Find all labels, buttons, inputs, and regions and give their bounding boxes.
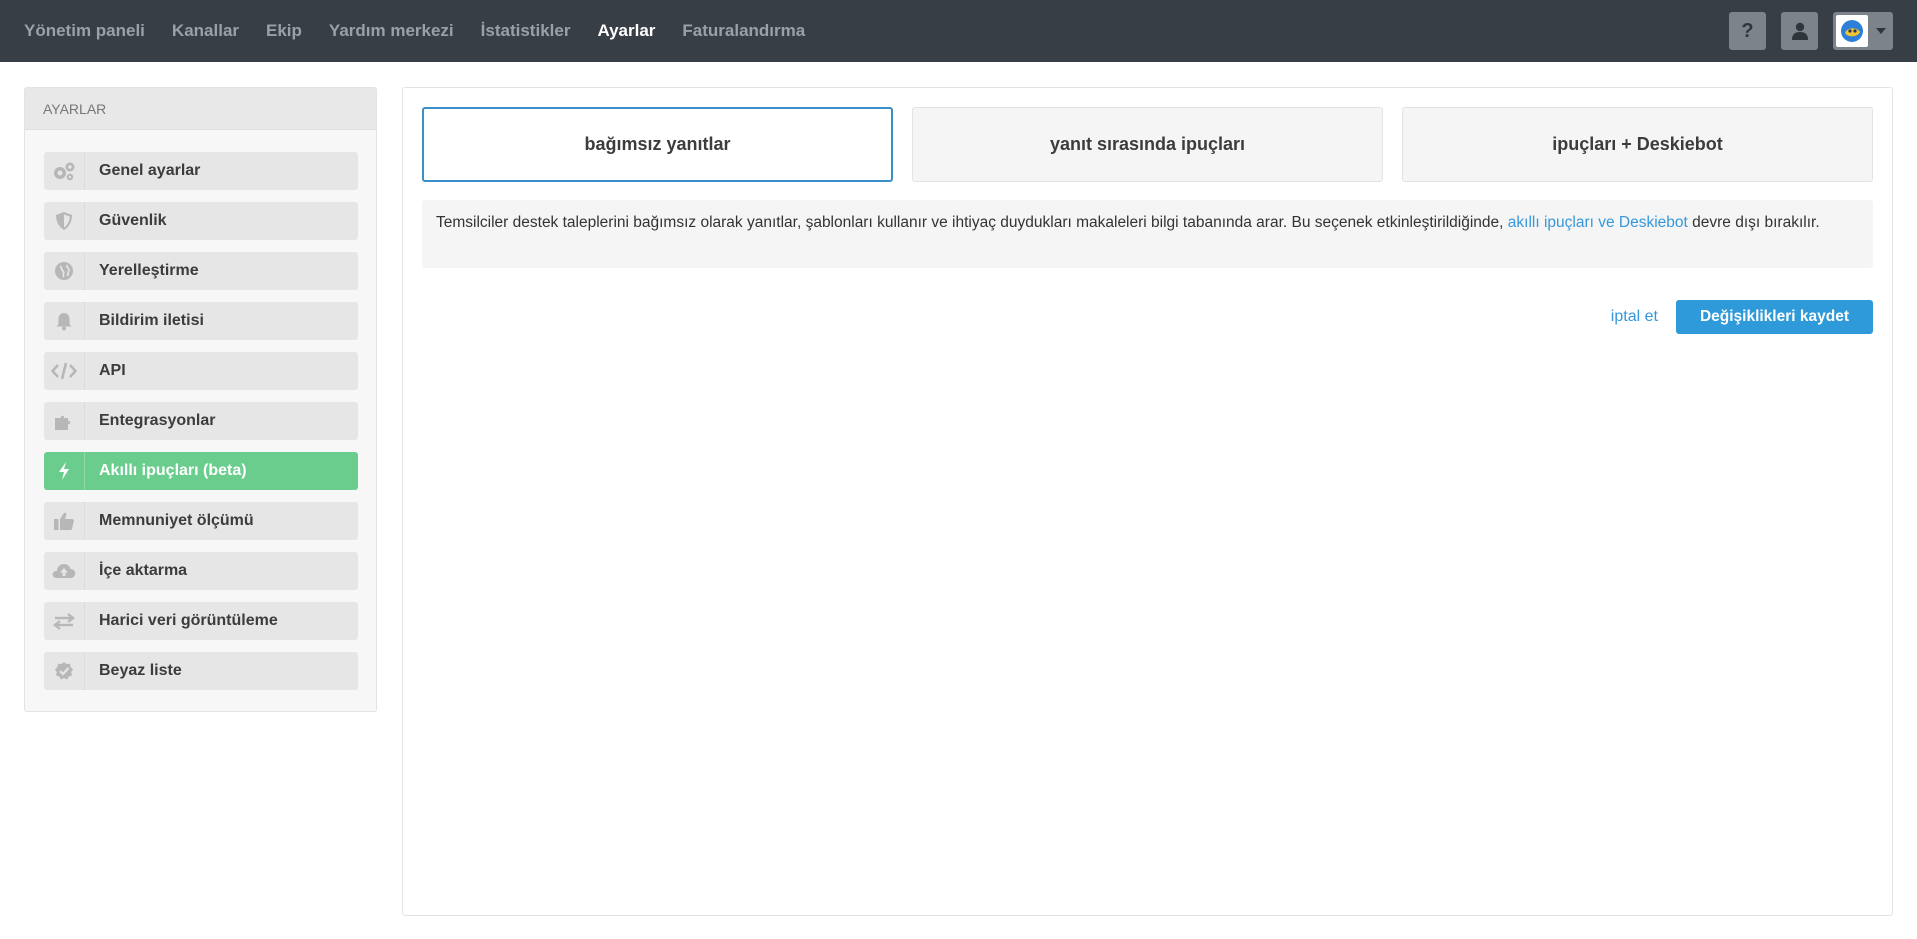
sidebar-item-label: Harici veri görüntüleme: [99, 612, 278, 629]
sidebar-header: AYARLAR: [25, 88, 376, 130]
settings-sidebar: AYARLAR Genel ayarlar Güvenlik Yerelleşt…: [24, 87, 377, 712]
lightning-icon: [44, 452, 85, 490]
help-button[interactable]: ?: [1729, 12, 1766, 50]
sidebar-item-label: Beyaz liste: [99, 662, 182, 679]
globe-icon: [44, 252, 85, 290]
nav-billing[interactable]: Faturalandırma: [682, 21, 805, 41]
option-independent-answers[interactable]: bağımsız yanıtlar: [422, 107, 893, 182]
shield-icon: [44, 202, 85, 240]
bell-icon: [44, 302, 85, 340]
sidebar-item-integrations[interactable]: Entegrasyonlar: [44, 402, 358, 440]
smart-tips-settings-panel: bağımsız yanıtlar yanıt sırasında ipuçla…: [402, 87, 1893, 916]
top-navigation-bar: Yönetim paneli Kanallar Ekip Yardım merk…: [0, 0, 1917, 62]
user-button[interactable]: [1781, 12, 1818, 50]
sidebar-item-label: Bildirim iletisi: [99, 312, 204, 329]
sidebar-item-general-settings[interactable]: Genel ayarlar: [44, 152, 358, 190]
sidebar-menu: Genel ayarlar Güvenlik Yerelleştirme Bil…: [44, 152, 358, 702]
mode-description: Temsilciler destek taleplerini bağımsız …: [422, 200, 1873, 268]
question-icon: ?: [1741, 19, 1754, 42]
cancel-link[interactable]: iptal et: [1611, 308, 1658, 326]
chevron-down-icon: [1876, 28, 1886, 34]
puzzle-icon: [44, 402, 85, 440]
smart-tips-deskiebot-link[interactable]: akıllı ipuçları ve Deskiebot: [1508, 214, 1688, 231]
sidebar-item-label: Entegrasyonlar: [99, 412, 216, 429]
sidebar-item-api[interactable]: API: [44, 352, 358, 390]
sidebar-item-whitelist[interactable]: Beyaz liste: [44, 652, 358, 690]
sidebar-item-external-data[interactable]: Harici veri görüntüleme: [44, 602, 358, 640]
description-text-end: devre dışı bırakılır.: [1687, 214, 1820, 231]
sidebar-item-label: İçe aktarma: [99, 562, 188, 579]
nav-help-center[interactable]: Yardım merkezi: [329, 21, 454, 41]
sidebar-item-localization[interactable]: Yerelleştirme: [44, 252, 358, 290]
nav-channels[interactable]: Kanallar: [172, 21, 239, 41]
sidebar-item-label: Yerelleştirme: [99, 262, 199, 279]
option-tips-deskiebot[interactable]: ipuçları + Deskiebot: [1402, 107, 1873, 182]
sidebar-item-import[interactable]: İçe aktarma: [44, 552, 358, 590]
avatar-logo-icon: [1841, 20, 1863, 42]
main-nav: Yönetim paneli Kanallar Ekip Yardım merk…: [24, 0, 832, 62]
option-tips-while-answering[interactable]: yanıt sırasında ipuçları: [912, 107, 1383, 182]
code-icon: [44, 352, 85, 390]
sidebar-item-label: API: [99, 362, 126, 379]
nav-dashboard[interactable]: Yönetim paneli: [24, 21, 145, 41]
description-text-start: Temsilciler destek taleplerini bağımsız …: [436, 214, 1508, 231]
cloud-upload-icon: [44, 552, 85, 590]
sidebar-item-satisfaction[interactable]: Memnuniyet ölçümü: [44, 502, 358, 540]
user-icon: [1791, 22, 1808, 40]
top-right-controls: ?: [1714, 12, 1893, 50]
sidebar-item-label: Güvenlik: [99, 212, 167, 229]
save-changes-button[interactable]: Değişiklikleri kaydet: [1675, 300, 1873, 334]
gears-icon: [44, 152, 85, 190]
sidebar-item-notification[interactable]: Bildirim iletisi: [44, 302, 358, 340]
check-badge-icon: [44, 652, 85, 690]
sidebar-item-security[interactable]: Güvenlik: [44, 202, 358, 240]
sidebar-item-label: Akıllı ipuçları (beta): [99, 462, 247, 479]
profile-menu-button[interactable]: [1833, 12, 1893, 50]
thumbs-up-icon: [44, 502, 85, 540]
sidebar-item-label: Genel ayarlar: [99, 162, 201, 179]
sidebar-item-smart-tips[interactable]: Akıllı ipuçları (beta): [44, 452, 358, 490]
mode-options: bağımsız yanıtlar yanıt sırasında ipuçla…: [422, 107, 1873, 182]
sidebar-item-label: Memnuniyet ölçümü: [99, 512, 254, 529]
avatar: [1836, 15, 1868, 47]
nav-team[interactable]: Ekip: [266, 21, 302, 41]
exchange-icon: [44, 602, 85, 640]
nav-settings[interactable]: Ayarlar: [597, 21, 655, 41]
nav-statistics[interactable]: İstatistikler: [481, 21, 571, 41]
form-actions: iptal et Değişiklikleri kaydet: [1611, 300, 1873, 334]
